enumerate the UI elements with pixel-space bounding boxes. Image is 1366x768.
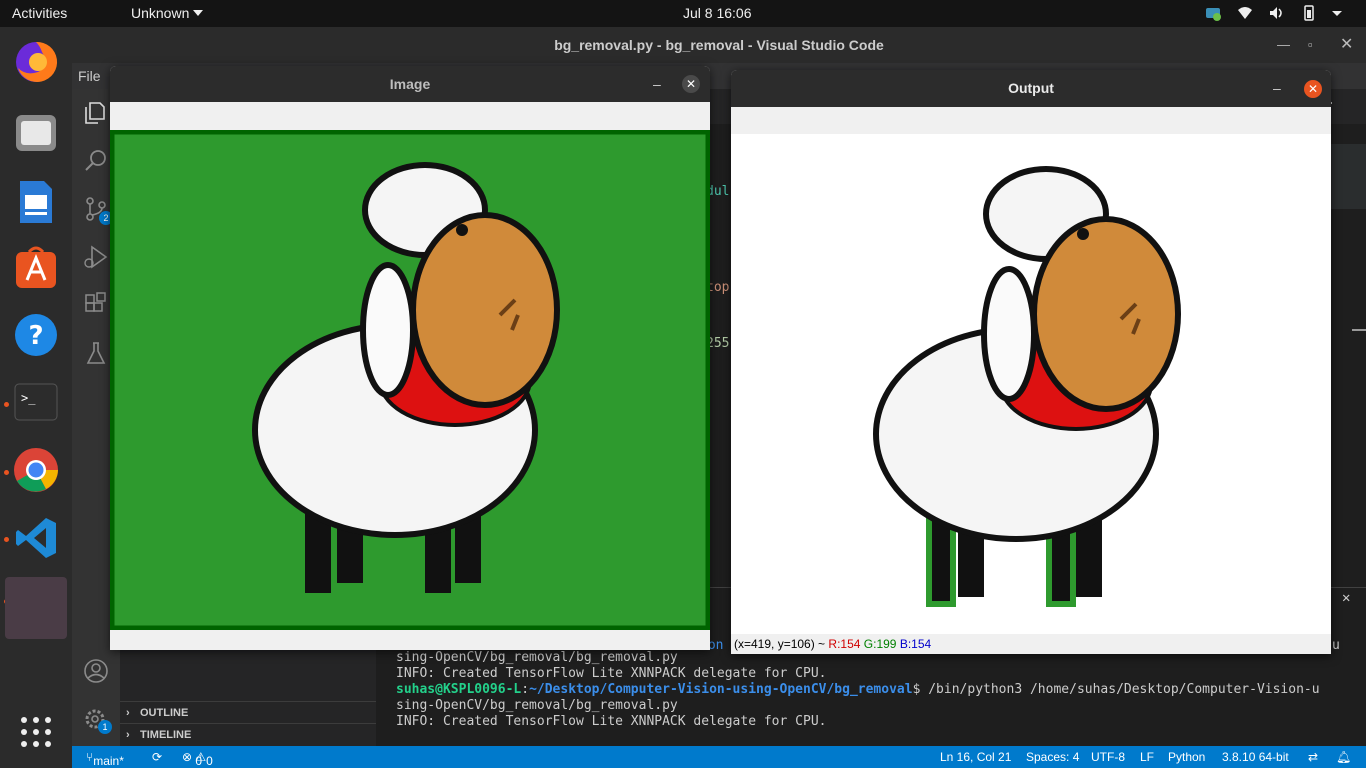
timeline-section[interactable]: › TIMELINE <box>120 723 376 745</box>
branch-indicator[interactable]: ⑂ main* <box>86 750 124 768</box>
minimize-icon[interactable]: – <box>1273 70 1281 107</box>
sync-icon[interactable]: ⟳ <box>152 750 162 764</box>
app-menu[interactable]: Unknown <box>131 5 204 21</box>
explorer-icon[interactable] <box>82 99 110 127</box>
image-window: Image – ✕ <box>110 66 710 650</box>
python-interpreter[interactable]: 3.8.10 64-bit <box>1222 750 1289 764</box>
branch-name: main* <box>93 754 124 768</box>
output-canvas[interactable] <box>731 134 1331 634</box>
clock[interactable]: Jul 8 16:06 <box>683 5 752 21</box>
close-icon[interactable]: ✕ <box>682 75 700 93</box>
prompt-user: suhas@KSPL0096-L <box>396 682 522 697</box>
network-app-icon[interactable] <box>1204 4 1222 22</box>
minimize-icon[interactable]: – <box>653 66 661 102</box>
terminal-prompt: suhas@KSPL0096-L:~/Desktop/Computer-Visi… <box>396 682 1320 697</box>
gnome-top-bar: Activities Unknown Jul 8 16:06 <box>0 0 1366 27</box>
language-mode[interactable]: Python <box>1168 750 1205 764</box>
chevron-down-icon <box>193 10 204 16</box>
menu-file[interactable]: File <box>78 68 101 84</box>
system-tray[interactable] <box>1204 4 1350 22</box>
window-title: bg_removal.py - bg_removal - Visual Stud… <box>554 37 884 53</box>
terminal-line: INFO: Created TensorFlow Lite XNNPACK de… <box>396 714 827 729</box>
close-icon[interactable]: ✕ <box>1304 80 1322 98</box>
minimap[interactable] <box>1331 144 1366 209</box>
minimize-icon[interactable]: — <box>1277 27 1290 63</box>
extensions-icon[interactable] <box>82 291 110 319</box>
chrome-icon[interactable] <box>11 445 61 495</box>
power-menu-caret-icon[interactable] <box>1332 4 1350 22</box>
sheep-cutout <box>873 166 1181 607</box>
writer-icon[interactable] <box>11 177 61 227</box>
timeline-label: TIMELINE <box>140 729 192 741</box>
output-window: Output – ✕ (x=419, y=106) ~ R:154 G:199 … <box>731 70 1331 654</box>
image-canvas[interactable] <box>110 129 710 631</box>
live-share-icon[interactable]: ⇄ <box>1308 750 1318 764</box>
problems-indicator[interactable]: ⊗ 0 ⚠ 0 <box>182 750 213 768</box>
pixel-info-status: (x=419, y=106) ~ R:154 G:199 B:154 <box>731 634 1331 654</box>
terminal-line: sing-OpenCV/bg_removal/bg_removal.py <box>396 650 678 665</box>
source-control-icon[interactable]: 2 <box>82 195 113 225</box>
minimap-marker <box>1352 329 1366 331</box>
testing-flask-icon[interactable] <box>82 339 110 367</box>
close-panel-icon[interactable]: ✕ <box>1342 590 1350 606</box>
pixel-green: G:199 <box>863 637 897 651</box>
close-icon[interactable]: ✕ <box>1340 27 1353 63</box>
firefox-icon[interactable] <box>11 37 61 87</box>
error-count: 0 <box>195 754 203 768</box>
image-window-titlebar[interactable]: Image – ✕ <box>110 66 710 102</box>
chevron-right-icon: › <box>126 729 130 741</box>
notifications-icon[interactable]: 🔔︎ <box>1336 750 1351 764</box>
prompt-path: ~/Desktop/Computer-Vision-using-OpenCV/b… <box>529 682 913 697</box>
outline-label: OUTLINE <box>140 707 189 719</box>
app-menu-label: Unknown <box>131 5 190 21</box>
settings-badge: 1 <box>98 720 112 734</box>
end-of-line[interactable]: LF <box>1140 750 1154 764</box>
prompt-separator: : <box>521 682 530 697</box>
vscode-icon[interactable] <box>11 513 61 563</box>
accounts-icon[interactable] <box>82 657 110 685</box>
chevron-right-icon: › <box>126 707 130 719</box>
warning-count: 0 <box>206 754 213 768</box>
running-app-python-icon[interactable] <box>5 577 67 639</box>
pixel-blue: B:154 <box>899 637 932 651</box>
terminal-line: sing-OpenCV/bg_removal/bg_removal.py <box>396 698 678 713</box>
indentation[interactable]: Spaces: 4 <box>1026 750 1079 764</box>
app-center-icon[interactable] <box>11 242 61 292</box>
search-icon[interactable] <box>82 147 110 175</box>
help-icon[interactable]: ? <box>11 310 61 360</box>
terminal-icon[interactable]: >_ <box>11 377 61 427</box>
outline-section[interactable]: › OUTLINE <box>120 701 376 723</box>
image-window-title: Image <box>389 76 431 92</box>
files-icon[interactable] <box>11 107 61 157</box>
window-titlebar: bg_removal.py - bg_removal - Visual Stud… <box>72 27 1366 63</box>
terminal-fragment: u <box>1332 638 1340 653</box>
pixel-coords: (x=419, y=106) ~ <box>734 637 826 651</box>
svg-text:>_: >_ <box>21 391 36 405</box>
wifi-icon[interactable] <box>1236 4 1254 22</box>
maximize-icon[interactable]: ▫ <box>1308 27 1313 63</box>
activities-button[interactable]: Activities <box>12 5 67 21</box>
run-debug-icon[interactable] <box>82 243 110 271</box>
output-window-titlebar[interactable]: Output – ✕ <box>731 70 1331 107</box>
show-applications-icon[interactable] <box>11 707 61 757</box>
encoding[interactable]: UTF-8 <box>1091 750 1125 764</box>
cursor-position[interactable]: Ln 16, Col 21 <box>940 750 1011 764</box>
output-window-title: Output <box>1008 80 1054 96</box>
ubuntu-dock: ? >_ <box>0 27 72 768</box>
status-bar: ⑂ main* ⟳ ⊗ 0 ⚠ 0 Ln 16, Col 21 Spaces: … <box>72 746 1366 768</box>
battery-icon[interactable] <box>1300 4 1318 22</box>
pixel-red: R:154 <box>828 637 861 651</box>
volume-icon[interactable] <box>1268 4 1286 22</box>
manage-gear-icon[interactable]: 1 <box>82 706 112 734</box>
terminal-line: INFO: Created TensorFlow Lite XNNPACK de… <box>396 666 827 681</box>
prompt-command: $ /bin/python3 /home/suhas/Desktop/Compu… <box>912 682 1320 697</box>
svg-text:?: ? <box>28 321 43 351</box>
